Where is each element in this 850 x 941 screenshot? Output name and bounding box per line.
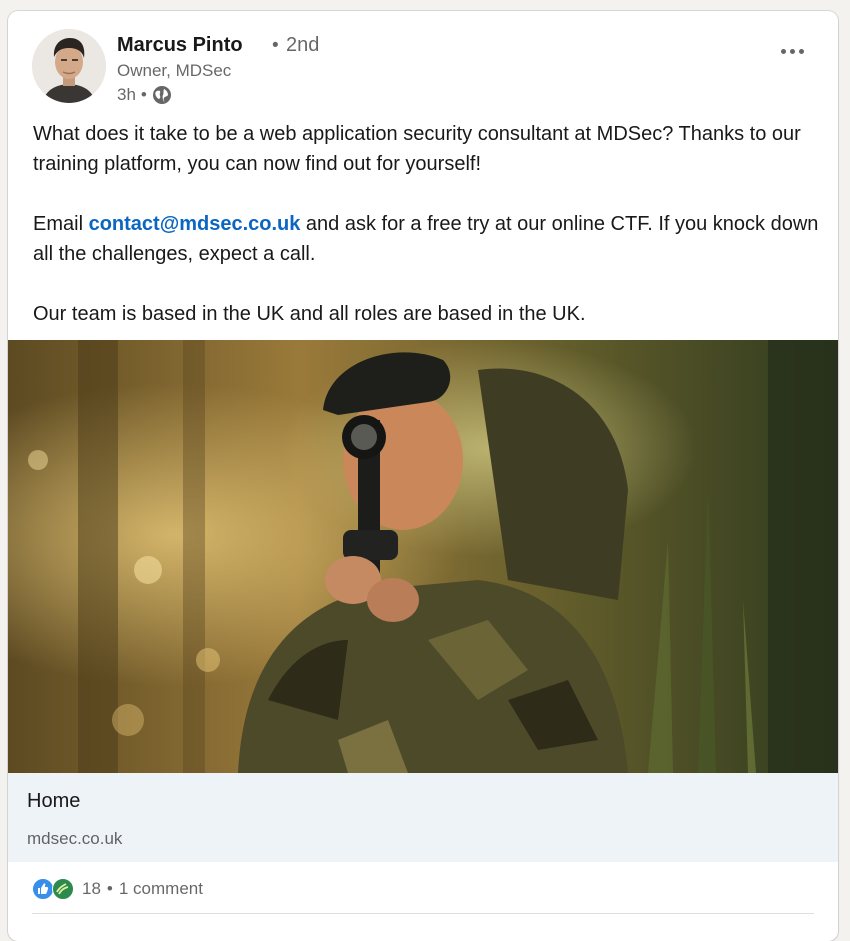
like-icon[interactable]: [32, 878, 54, 900]
post-image[interactable]: [8, 340, 838, 773]
globe-icon: [152, 85, 172, 105]
link-preview-title[interactable]: Home: [27, 790, 80, 813]
comments-count[interactable]: 1 comment: [119, 879, 203, 899]
social-counts: 18 • 1 comment: [32, 877, 203, 901]
post-text: What does it take to be a web applicatio…: [33, 119, 823, 329]
support-icon[interactable]: [52, 878, 74, 900]
post-header: Marcus Pinto • 2nd Owner, MDSec 3h •: [32, 29, 822, 109]
counts-separator: •: [106, 879, 113, 898]
degree-separator: •: [272, 35, 279, 56]
more-dot: [780, 48, 786, 54]
link-preview[interactable]: Home mdsec.co.uk: [8, 773, 838, 862]
author-avatar[interactable]: [32, 29, 106, 103]
post-meta: 3h •: [117, 84, 172, 106]
meta-separator: •: [140, 85, 147, 104]
post-time: 3h: [117, 85, 136, 104]
link-preview-domain: mdsec.co.uk: [27, 829, 123, 848]
more-options-icon[interactable]: [772, 39, 812, 63]
divider: [32, 913, 814, 914]
post-paragraph: Email contact@mdsec.co.uk and ask for a …: [33, 209, 823, 269]
avatar-image: [32, 29, 106, 103]
email-link[interactable]: contact@mdsec.co.uk: [89, 213, 301, 235]
more-dot: [789, 48, 795, 54]
connection-degree: 2nd: [286, 34, 320, 56]
feed-post-card: Marcus Pinto • 2nd Owner, MDSec 3h • Wha…: [8, 11, 838, 941]
post-paragraph: What does it take to be a web applicatio…: [33, 123, 801, 175]
reaction-count[interactable]: 18: [82, 879, 101, 899]
text-segment: Email: [33, 213, 89, 235]
author-headline: Owner, MDSec: [117, 61, 232, 80]
more-dot: [798, 48, 804, 54]
author-name[interactable]: Marcus Pinto: [117, 34, 243, 57]
post-paragraph: Our team is based in the UK and all role…: [33, 303, 586, 325]
